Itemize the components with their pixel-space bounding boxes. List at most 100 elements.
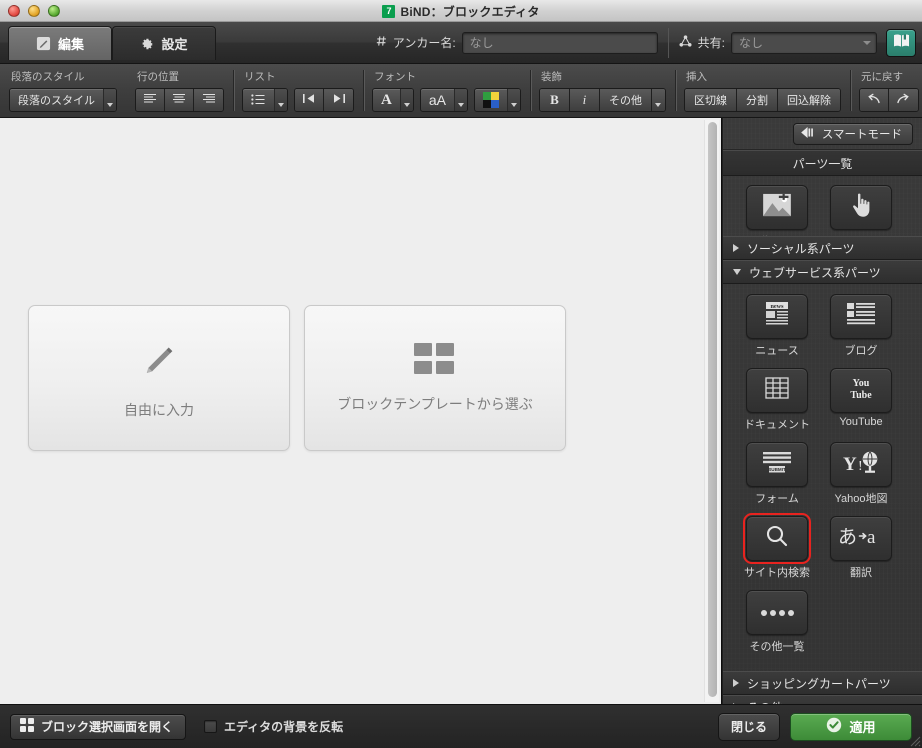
part-document[interactable]: ドキュメント [741, 368, 813, 432]
block-editor-window: 7 BiND：ブロックエディタ 編集 設定 アンカー名: なし 共有: なし 段… [0, 0, 922, 748]
svg-text:Y: Y [843, 454, 857, 475]
part-other-list-box[interactable] [746, 590, 808, 635]
decoration-button-group: B i その他 [538, 88, 666, 112]
open-block-selection-label: ブロック選択画面を開く [41, 720, 174, 734]
manual-book-button[interactable] [886, 28, 916, 57]
open-block-selection-button[interactable]: ブロック選択画面を開く [10, 713, 187, 740]
part-yahoo-map-label: Yahoo地図 [834, 493, 888, 505]
indent-button[interactable] [324, 89, 353, 111]
search-icon [764, 523, 790, 554]
apply-button[interactable]: 適用 [790, 712, 912, 741]
part-youtube[interactable]: You Tube YouTube [825, 368, 897, 432]
top-parts-section: 画像パーツ リンクパーツ [723, 176, 922, 236]
tab-edit-label: 編集 [57, 37, 84, 52]
share-select[interactable]: なし [731, 31, 877, 54]
parts-panel-title: パーツ一覧 [723, 150, 922, 176]
share-placeholder: なし [739, 36, 764, 50]
window-resize-handle[interactable] [907, 733, 921, 747]
canvas-scrollbar[interactable] [704, 120, 719, 702]
chevron-down-icon [399, 89, 413, 111]
font-color-swatch-icon [482, 92, 499, 108]
align-right-button[interactable] [194, 89, 223, 111]
part-news-box[interactable]: news [746, 294, 808, 339]
chevron-down-icon[interactable] [651, 89, 665, 111]
grid-blocks-icon [414, 342, 456, 380]
share-label: 共有: [697, 36, 725, 50]
toolbar-group-line-position: 行の位置 [126, 64, 233, 117]
section-social-parts[interactable]: ソーシャル系パーツ [723, 236, 922, 260]
section-webservice-parts[interactable]: ウェブサービス系パーツ [723, 260, 922, 284]
close-button[interactable]: 閉じる [718, 712, 780, 741]
insert-split-button[interactable]: 分割 [736, 89, 778, 111]
align-left-button[interactable] [136, 89, 165, 111]
part-document-box[interactable] [746, 368, 808, 413]
image-plus-icon [762, 193, 792, 222]
insert-divider-button[interactable]: 区切線 [684, 89, 737, 111]
align-center-icon [172, 93, 186, 107]
font-color-dropdown[interactable] [473, 88, 521, 112]
bullet-list-dropdown[interactable] [242, 88, 288, 112]
font-family-dropdown[interactable]: A [372, 88, 414, 112]
part-image[interactable]: 画像パーツ [741, 185, 813, 236]
section-shopping-cart-parts[interactable]: ショッピングカートパーツ [723, 671, 922, 695]
part-link-box[interactable] [830, 185, 892, 230]
section-other[interactable]: その他 [723, 695, 922, 704]
undo-button[interactable] [859, 89, 889, 111]
toolbar-group-decoration: 装飾 B i その他 [529, 64, 675, 117]
chevron-down-icon [733, 269, 741, 275]
indent-icon [332, 93, 346, 107]
toolbar-group-paragraph-style: 段落のスタイル 段落のスタイル [0, 64, 126, 117]
paragraph-style-dropdown[interactable]: 段落のスタイル [9, 88, 117, 112]
align-center-button[interactable] [165, 89, 194, 111]
part-yahoo-map-box[interactable]: Y ! [830, 442, 892, 487]
zoom-window-button[interactable] [48, 4, 60, 17]
title-bar: 7 BiND：ブロックエディタ [0, 0, 922, 22]
smart-mode-label: スマートモード [821, 128, 902, 141]
part-translate[interactable]: あ a 翻訳 [825, 516, 897, 580]
chevron-down-icon [863, 40, 871, 45]
toolbar-divider [667, 27, 669, 58]
minimize-window-button[interactable] [28, 4, 40, 17]
svg-text:SUBMIT: SUBMIT [768, 467, 786, 472]
decoration-other-button[interactable]: その他 [599, 89, 652, 111]
part-image-box[interactable] [746, 185, 808, 230]
canvas-scrollbar-thumb[interactable] [708, 122, 717, 697]
redo-button[interactable] [888, 89, 918, 111]
smart-mode-button[interactable]: スマートモード [792, 122, 913, 145]
card-free-input[interactable]: 自由に入力 [28, 305, 290, 451]
part-form-box[interactable]: SUBMIT [746, 442, 808, 487]
insert-clearfloat-button[interactable]: 回込解除 [777, 89, 840, 111]
font-size-dropdown[interactable]: aA [419, 88, 468, 112]
tab-edit[interactable]: 編集 [8, 26, 112, 60]
anchor-label: アンカー名: [392, 36, 456, 50]
italic-button[interactable]: i [569, 89, 600, 111]
part-yahoo-map[interactable]: Y ! Yahoo地図 [825, 442, 897, 506]
part-other-list-label: その他一覧 [749, 641, 805, 653]
part-link[interactable]: リンクパーツ [825, 185, 897, 236]
tab-settings[interactable]: 設定 [112, 26, 216, 60]
part-site-search-box[interactable] [743, 513, 811, 564]
part-blog-box[interactable] [830, 294, 892, 339]
youtube-icon: You Tube [836, 375, 886, 406]
chevron-down-icon [103, 89, 116, 111]
part-youtube-box[interactable]: You Tube [830, 368, 892, 413]
part-translate-box[interactable]: あ a [830, 516, 892, 561]
outdent-button[interactable] [295, 89, 324, 111]
close-window-button[interactable] [8, 4, 20, 17]
hash-icon [376, 34, 387, 52]
section-social-parts-label: ソーシャル系パーツ [747, 241, 855, 256]
anchor-name-input[interactable]: なし [461, 31, 658, 54]
translate-icon: あ a [838, 524, 884, 553]
part-other-list[interactable]: その他一覧 [741, 590, 813, 654]
part-blog[interactable]: ブログ [825, 294, 897, 358]
part-news[interactable]: news ニュース [741, 294, 813, 358]
font-size-icon: aA [428, 92, 446, 108]
invert-background-checkbox[interactable] [204, 720, 218, 733]
part-form[interactable]: SUBMIT フォーム [741, 442, 813, 506]
card-block-template[interactable]: ブロックテンプレートから選ぶ [304, 305, 566, 451]
part-translate-label: 翻訳 [850, 567, 872, 579]
part-site-search[interactable]: サイト内検索 [741, 513, 813, 580]
editor-canvas[interactable]: 自由に入力 ブロックテンプレートから選ぶ [0, 118, 722, 704]
bold-button[interactable]: B [539, 89, 570, 111]
part-news-label: ニュース [755, 345, 799, 357]
